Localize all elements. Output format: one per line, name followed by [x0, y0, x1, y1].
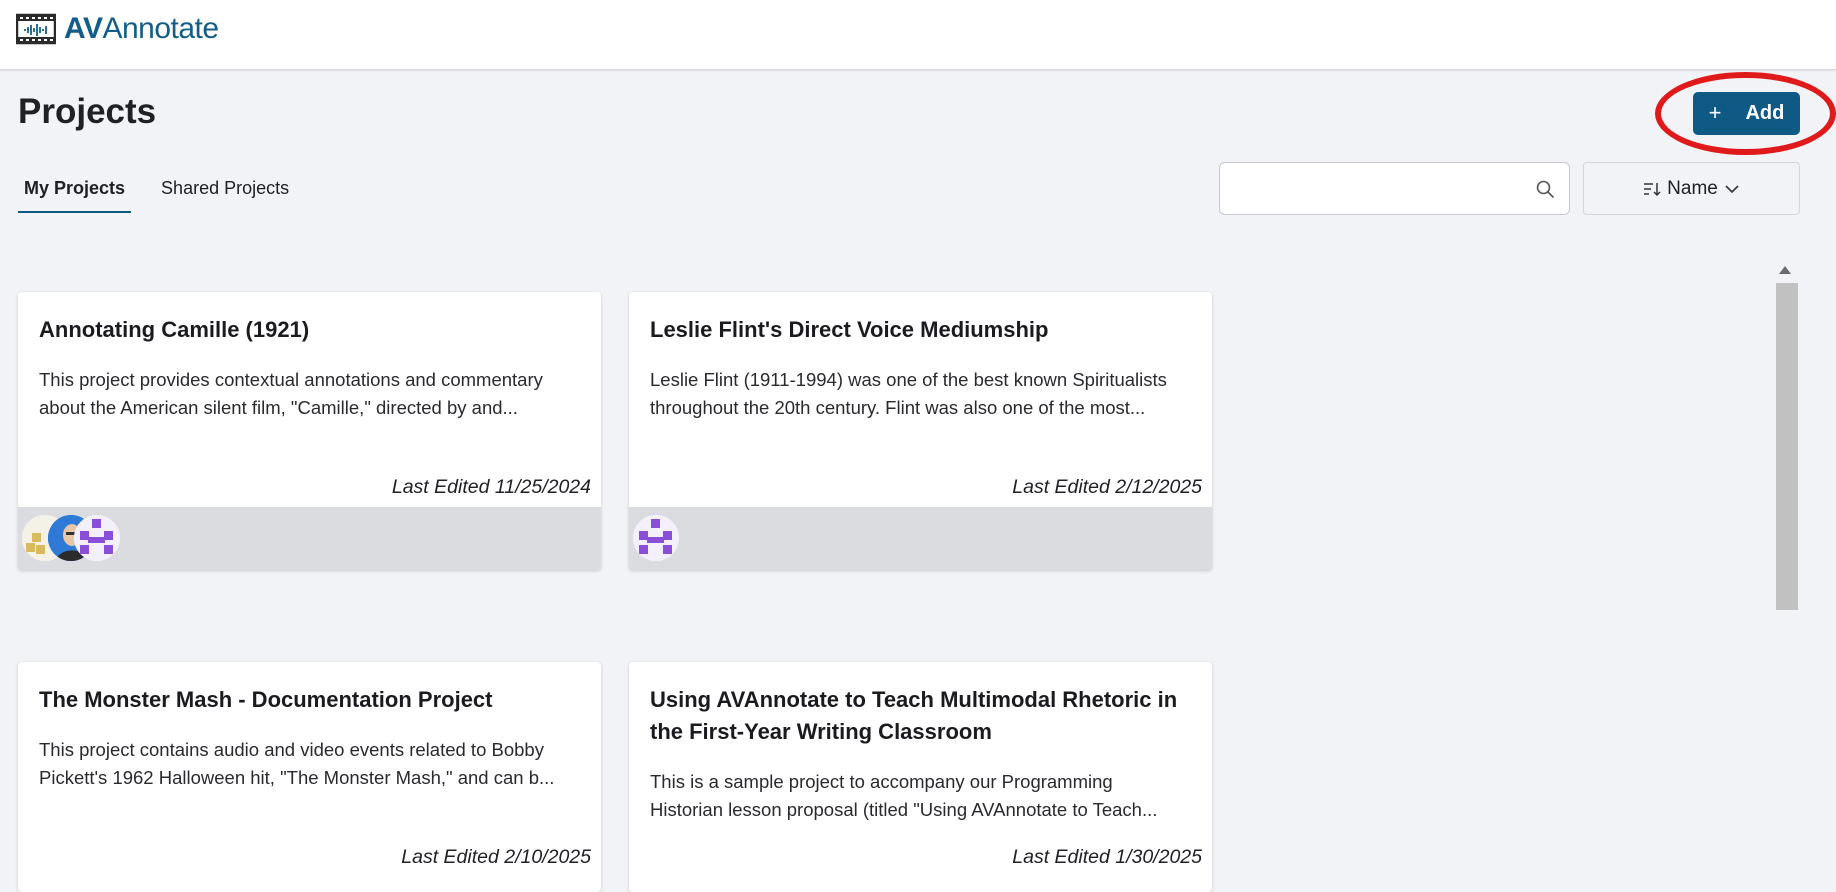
sort-icon — [1644, 182, 1661, 196]
plus-icon: + — [1708, 99, 1722, 125]
sort-label: Name — [1667, 177, 1718, 199]
last-edited: Last Edited 2/10/2025 — [401, 846, 591, 868]
app-name-bold: AV — [64, 12, 103, 45]
last-edited: Last Edited 1/30/2025 — [1012, 846, 1202, 868]
app-name: AVAnnotate — [64, 12, 219, 46]
description-line: Historian lesson proposal (titled "Using… — [650, 799, 1158, 820]
description-line: This project contains audio and video ev… — [39, 739, 544, 760]
top-bar: AVAnnotate — [0, 0, 1836, 70]
card-footer — [629, 507, 1212, 570]
project-title: Leslie Flint's Direct Voice Mediumship — [650, 317, 1049, 342]
search-box — [1219, 162, 1570, 215]
search-input[interactable] — [1220, 163, 1520, 214]
avatar[interactable] — [633, 515, 679, 561]
tab-my-projects[interactable]: My Projects — [18, 172, 132, 213]
identicon-avatar-icon — [74, 515, 120, 561]
sort-dropdown[interactable]: Name — [1583, 162, 1800, 215]
avatar[interactable] — [74, 515, 120, 561]
description-line: throughout the 20th century. Flint was a… — [650, 397, 1146, 418]
project-title: Annotating Camille (1921) — [39, 317, 310, 342]
page-title: Projects — [18, 92, 157, 131]
project-tabs: My Projects Shared Projects — [18, 172, 295, 213]
description-line: This project provides contextual annotat… — [39, 369, 543, 390]
identicon-avatar-icon — [633, 515, 679, 561]
description-line: Leslie Flint (1911-1994) was one of the … — [650, 369, 1167, 390]
description-line: Pickett's 1962 Halloween hit, "The Monst… — [39, 767, 555, 788]
project-description: This project provides contextual annotat… — [39, 366, 599, 422]
description-line: This is a sample project to accompany ou… — [650, 771, 1113, 792]
description-line: about the American silent film, "Camille… — [39, 397, 518, 418]
project-card[interactable]: Annotating Camille (1921) This project p… — [18, 292, 601, 570]
add-project-button[interactable]: + Add — [1693, 92, 1800, 135]
project-title: Using AVAnnotate to Teach Multimodal Rhe… — [650, 687, 1178, 744]
scroll-up-arrow-icon[interactable] — [1779, 266, 1791, 274]
app-name-rest: Annotate — [102, 12, 219, 45]
scrollbar-thumb[interactable] — [1776, 283, 1798, 610]
project-card[interactable]: Leslie Flint's Direct Voice Mediumship L… — [629, 292, 1212, 570]
card-footer — [18, 507, 601, 570]
film-reel-icon — [16, 13, 56, 45]
project-description: This project contains audio and video ev… — [39, 736, 599, 792]
last-edited: Last Edited 11/25/2024 — [391, 476, 591, 498]
tab-shared-projects[interactable]: Shared Projects — [155, 172, 295, 213]
chevron-down-icon — [1725, 184, 1739, 193]
app-logo[interactable]: AVAnnotate — [16, 12, 219, 46]
project-card[interactable]: Using AVAnnotate to Teach Multimodal Rhe… — [629, 662, 1212, 892]
search-icon[interactable] — [1535, 179, 1555, 199]
last-edited: Last Edited 2/12/2025 — [1012, 476, 1202, 498]
project-description: Leslie Flint (1911-1994) was one of the … — [650, 366, 1210, 422]
add-button-label: Add — [1745, 102, 1785, 124]
project-description: This is a sample project to accompany ou… — [650, 768, 1210, 824]
project-card[interactable]: The Monster Mash - Documentation Project… — [18, 662, 601, 892]
project-title: The Monster Mash - Documentation Project — [39, 687, 493, 712]
